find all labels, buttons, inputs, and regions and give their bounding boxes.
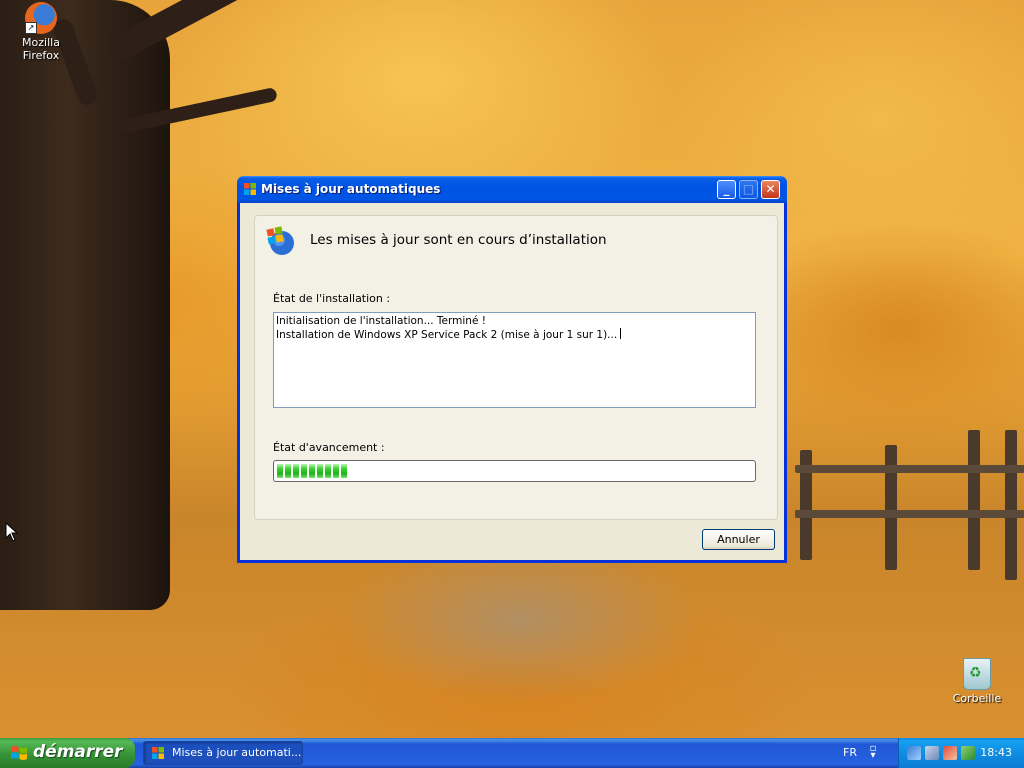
log-line: Initialisation de l'installation... Term… bbox=[276, 315, 486, 327]
minimize-button[interactable]: _ bbox=[717, 180, 736, 199]
clock: 18:43 bbox=[980, 746, 1012, 759]
taskbar-item-automatic-updates[interactable]: Mises à jour automati... bbox=[143, 741, 303, 765]
safely-remove-hardware-icon[interactable] bbox=[961, 746, 975, 760]
progress-label: État d'avancement : bbox=[273, 441, 385, 454]
firefox-icon: ↗ bbox=[25, 2, 57, 34]
windows-update-icon bbox=[244, 183, 256, 195]
network-icon[interactable] bbox=[925, 746, 939, 760]
fence-rail bbox=[795, 465, 1024, 473]
close-icon: ✕ bbox=[765, 182, 776, 196]
fence-post bbox=[1005, 430, 1017, 580]
text-caret bbox=[620, 328, 622, 339]
security-center-icon[interactable] bbox=[943, 746, 957, 760]
progress-segment bbox=[285, 464, 291, 478]
firefox-desktop-icon[interactable]: ↗ Mozilla Firefox bbox=[4, 2, 78, 62]
mouse-cursor-icon bbox=[5, 522, 19, 542]
windows-update-tray-icon[interactable] bbox=[907, 746, 921, 760]
taskbar-item-label: Mises à jour automati... bbox=[172, 746, 302, 759]
windows-update-icon bbox=[152, 747, 164, 759]
shortcut-arrow-icon: ↗ bbox=[25, 22, 37, 34]
start-button[interactable]: démarrer bbox=[0, 738, 135, 768]
start-label: démarrer bbox=[33, 742, 123, 762]
content-panel: Les mises à jour sont en cours d’install… bbox=[254, 215, 778, 520]
maximize-button[interactable]: □ bbox=[739, 180, 758, 199]
language-indicator[interactable]: FR bbox=[843, 738, 857, 768]
window-client-area: Les mises à jour sont en cours d’install… bbox=[240, 203, 784, 560]
taskbar: démarrer Mises à jour automati... FR ▫ ▾ … bbox=[0, 738, 1024, 768]
progress-segment bbox=[317, 464, 323, 478]
windows-logo-icon bbox=[11, 746, 27, 760]
close-button[interactable]: ✕ bbox=[761, 180, 780, 199]
maximize-icon: □ bbox=[742, 182, 755, 196]
progress-segment bbox=[309, 464, 315, 478]
automatic-updates-window: Mises à jour automatiques _ □ ✕ Les mise… bbox=[237, 176, 787, 563]
log-line-current: Installation de Windows XP Service Pack … bbox=[276, 328, 753, 342]
window-titlebar[interactable]: Mises à jour automatiques _ □ ✕ bbox=[237, 176, 787, 203]
recycle-bin-label: Corbeille bbox=[952, 692, 1002, 705]
progress-segment bbox=[277, 464, 283, 478]
installation-heading: Les mises à jour sont en cours d’install… bbox=[310, 232, 607, 248]
firefox-icon-label: Mozilla Firefox bbox=[22, 36, 60, 62]
installation-status-label: État de l'installation : bbox=[273, 292, 391, 305]
fence-post bbox=[968, 430, 980, 570]
progress-segment bbox=[341, 464, 347, 478]
fence-rail bbox=[795, 510, 1024, 518]
language-bar-icon[interactable]: ▫ ▾ bbox=[867, 744, 879, 761]
recycle-bin-icon bbox=[963, 658, 991, 690]
system-tray: 18:43 bbox=[898, 738, 1024, 768]
progress-segment bbox=[293, 464, 299, 478]
recycle-bin-desktop-icon[interactable]: Corbeille bbox=[940, 658, 1014, 705]
progress-segment bbox=[301, 464, 307, 478]
cancel-button[interactable]: Annuler bbox=[702, 529, 775, 550]
fence-post bbox=[885, 445, 897, 570]
minimize-icon: _ bbox=[723, 182, 730, 196]
progress-segment bbox=[333, 464, 339, 478]
progress-bar bbox=[273, 460, 756, 482]
progress-segment bbox=[325, 464, 331, 478]
windows-update-globe-icon bbox=[266, 226, 294, 255]
progress-bar-fill bbox=[277, 464, 752, 478]
window-title: Mises à jour automatiques bbox=[261, 182, 441, 196]
log-line-text: Installation de Windows XP Service Pack … bbox=[276, 329, 618, 341]
installation-log[interactable]: Initialisation de l'installation... Term… bbox=[273, 312, 756, 408]
